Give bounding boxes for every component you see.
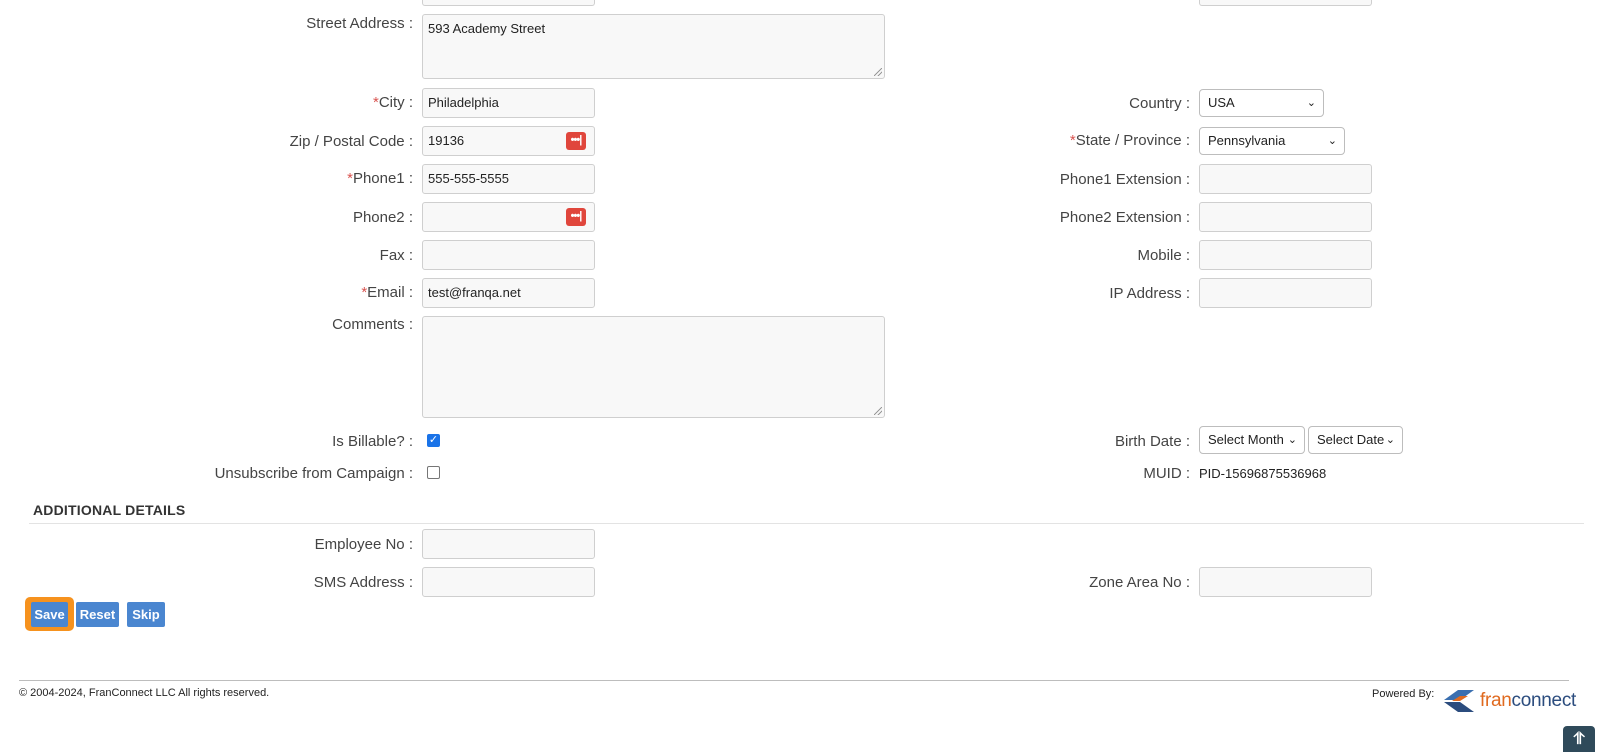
save-button[interactable]: Save bbox=[31, 602, 68, 627]
birth-date-select[interactable]: Select Date ⌄ bbox=[1308, 426, 1403, 454]
state-label: *State / Province : bbox=[1070, 132, 1190, 149]
password-manager-icon[interactable]: •••| bbox=[566, 132, 586, 150]
phone1-label-text: Phone1 : bbox=[352, 170, 413, 187]
street-address-value: 593 Academy Street bbox=[428, 21, 546, 36]
email-label: *Email : bbox=[361, 284, 413, 301]
city-label: *City : bbox=[373, 94, 413, 111]
street-address-label: Street Address : bbox=[306, 15, 413, 32]
chevron-down-icon: ⌄ bbox=[1327, 135, 1337, 147]
phone1-extension-label: Phone1 Extension : bbox=[1059, 171, 1190, 188]
unsubscribe-label: Unsubscribe from Campaign : bbox=[214, 465, 413, 482]
copyright-text: © 2004-2024, FranConnect LLC All rights … bbox=[19, 687, 270, 699]
franconnect-logo-text: franconnect bbox=[1480, 690, 1576, 712]
skip-button[interactable]: Skip bbox=[127, 602, 165, 627]
logo-text-connect: connect bbox=[1511, 690, 1577, 711]
mobile-label: Mobile : bbox=[1137, 247, 1190, 264]
street-address-textarea[interactable]: 593 Academy Street bbox=[422, 14, 885, 79]
birth-date-value: Select Date bbox=[1317, 432, 1385, 447]
franconnect-logo-icon bbox=[1444, 690, 1474, 712]
zip-label: Zip / Postal Code : bbox=[289, 133, 413, 150]
city-input[interactable]: Philadelphia bbox=[422, 88, 595, 118]
additional-details-heading: ADDITIONAL DETAILS bbox=[33, 502, 186, 518]
franconnect-logo[interactable]: franconnect bbox=[1442, 684, 1576, 718]
logo-text-fran: fran bbox=[1480, 690, 1512, 711]
phone2-label: Phone2 : bbox=[352, 209, 413, 226]
phone2-extension-label: Phone2 Extension : bbox=[1059, 209, 1190, 226]
city-label-text: City : bbox=[378, 94, 413, 111]
birth-month-select[interactable]: Select Month ⌄ bbox=[1199, 426, 1305, 454]
email-label-text: Email : bbox=[367, 284, 413, 301]
muid-label: MUID : bbox=[1143, 465, 1190, 482]
footer-divider bbox=[19, 680, 1569, 681]
reset-button[interactable]: Reset bbox=[76, 602, 119, 627]
state-value: Pennsylvania bbox=[1208, 133, 1286, 148]
country-value: USA bbox=[1208, 95, 1235, 110]
country-label: Country : bbox=[1129, 95, 1190, 112]
employee-no-input[interactable] bbox=[422, 529, 595, 559]
is-billable-label: Is Billable? : bbox=[332, 433, 413, 450]
phone1-input[interactable]: 555-555-5555 bbox=[422, 164, 595, 194]
email-input[interactable]: test@franqa.net bbox=[422, 278, 595, 308]
phone1-value: 555-555-5555 bbox=[428, 171, 509, 186]
zip-input[interactable]: 19136 •••| bbox=[422, 126, 595, 156]
birth-month-value: Select Month bbox=[1208, 432, 1284, 447]
sms-address-input[interactable] bbox=[422, 567, 595, 597]
phone1-label: *Phone1 : bbox=[347, 170, 413, 187]
comments-label: Comments : bbox=[332, 316, 413, 333]
phone2-extension-input[interactable] bbox=[1199, 202, 1372, 232]
phone2-input[interactable]: •••| bbox=[422, 202, 595, 232]
password-manager-icon[interactable]: •••| bbox=[566, 208, 586, 226]
zip-value: 19136 bbox=[428, 133, 465, 148]
zone-area-no-label: Zone Area No : bbox=[1089, 574, 1190, 591]
birth-date-label: Birth Date : bbox=[1114, 433, 1190, 450]
ip-address-input[interactable] bbox=[1199, 278, 1372, 308]
comments-textarea[interactable] bbox=[422, 316, 885, 418]
chevron-down-icon: ⌄ bbox=[1306, 97, 1316, 109]
city-value: Philadelphia bbox=[428, 95, 499, 110]
employee-no-label: Employee No : bbox=[314, 536, 413, 553]
resize-grip-icon[interactable] bbox=[874, 68, 882, 76]
state-label-text: State / Province : bbox=[1075, 132, 1190, 149]
resize-grip-icon[interactable] bbox=[874, 407, 882, 415]
fax-label: Fax : bbox=[379, 247, 413, 264]
fax-input[interactable] bbox=[422, 240, 595, 270]
unsubscribe-checkbox[interactable] bbox=[427, 466, 440, 479]
sms-address-label: SMS Address : bbox=[313, 574, 413, 591]
previous-row-input-left[interactable] bbox=[422, 0, 595, 6]
ip-address-label: IP Address : bbox=[1109, 285, 1190, 302]
previous-row-input-right[interactable] bbox=[1199, 0, 1372, 6]
chevron-down-icon: ⌄ bbox=[1287, 434, 1297, 446]
chevron-down-icon: ⌄ bbox=[1385, 434, 1395, 446]
double-chevron-up-icon[interactable]: ⥣ bbox=[1563, 726, 1595, 752]
is-billable-checkbox[interactable]: ✓ bbox=[427, 434, 440, 447]
contact-form-page: Street Address : 593 Academy Street *Cit… bbox=[0, 0, 1609, 752]
email-value: test@franqa.net bbox=[428, 285, 521, 300]
section-divider bbox=[29, 523, 1584, 524]
muid-value: PID-15696875536968 bbox=[1199, 466, 1327, 481]
zone-area-no-input[interactable] bbox=[1199, 567, 1372, 597]
country-select[interactable]: USA ⌄ bbox=[1199, 89, 1324, 117]
phone1-extension-input[interactable] bbox=[1199, 164, 1372, 194]
mobile-input[interactable] bbox=[1199, 240, 1372, 270]
state-select[interactable]: Pennsylvania ⌄ bbox=[1199, 127, 1345, 155]
powered-by-label: Powered By: bbox=[1372, 688, 1435, 700]
